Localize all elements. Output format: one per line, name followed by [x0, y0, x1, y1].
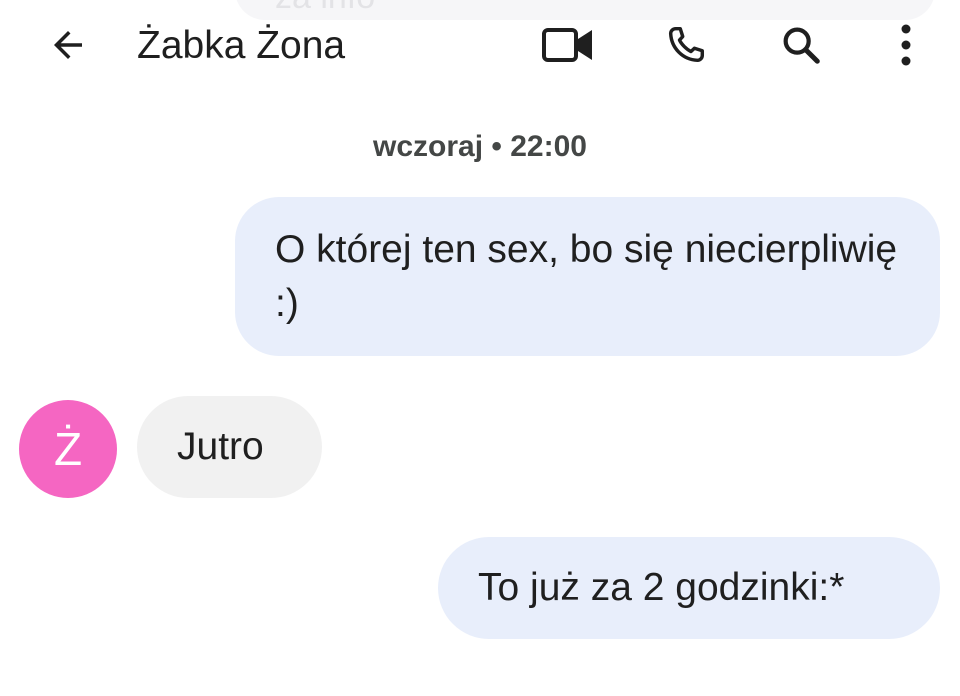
message-text: O której ten sex, bo się niecierpliwię :…: [275, 228, 898, 325]
outgoing-message-bubble[interactable]: To już za 2 godzinki:*: [438, 537, 940, 639]
more-vert-icon: [898, 23, 914, 67]
avatar-letter: Ż: [53, 423, 83, 475]
message-text: To już za 2 godzinki:*: [478, 566, 845, 609]
voice-call-button[interactable]: [654, 13, 718, 77]
back-button[interactable]: [36, 13, 100, 77]
search-button[interactable]: [769, 13, 833, 77]
contact-name[interactable]: Żabka Żona: [137, 22, 345, 70]
outgoing-message-bubble[interactable]: O której ten sex, bo się niecierpliwię :…: [235, 197, 940, 356]
arrow-back-icon: [47, 24, 89, 66]
contact-avatar[interactable]: Ż: [19, 400, 117, 498]
videocam-icon: [540, 23, 596, 67]
incoming-message-bubble[interactable]: Jutro: [137, 396, 322, 498]
phone-icon: [663, 22, 709, 68]
more-options-button[interactable]: [874, 13, 938, 77]
video-call-button[interactable]: [536, 13, 600, 77]
messages-screen: za info Żabka Żona: [0, 0, 960, 696]
message-text: Jutro: [177, 425, 264, 468]
conversation-header: Żabka Żona: [0, 0, 960, 94]
message-timestamp: wczoraj • 22:00: [373, 130, 587, 163]
search-icon: [778, 22, 824, 68]
